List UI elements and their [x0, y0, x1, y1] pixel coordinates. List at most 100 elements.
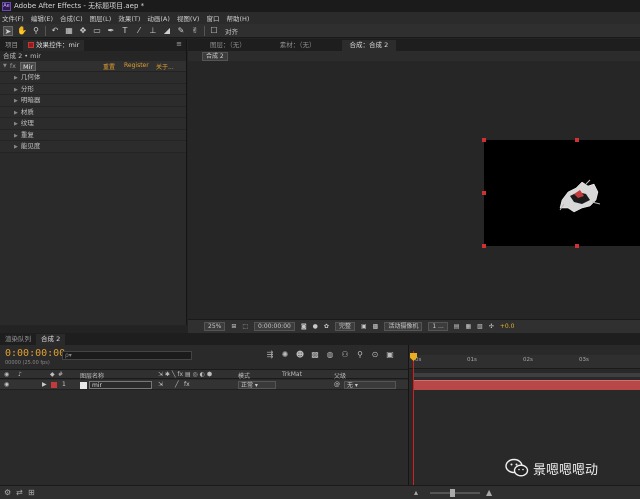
- rotate-tool-icon[interactable]: ↶: [50, 26, 60, 36]
- register-link[interactable]: Register: [124, 62, 149, 69]
- shy-icon[interactable]: ☻: [295, 350, 305, 360]
- snapshot-icon[interactable]: ◙: [301, 323, 307, 330]
- effect-name[interactable]: Mir: [20, 61, 37, 71]
- exposure-value[interactable]: +0.0: [500, 323, 515, 330]
- reset-link[interactable]: 重置: [103, 62, 115, 71]
- transform-handle[interactable]: [482, 191, 486, 195]
- tab-timeline-comp[interactable]: 合成 2: [36, 334, 66, 345]
- layer-duration-bar[interactable]: [413, 380, 640, 390]
- graph-icon[interactable]: ▣: [385, 350, 395, 360]
- shy-switch-icon[interactable]: ⇲: [158, 381, 163, 388]
- camera-dropdown[interactable]: 活动摄像机: [384, 322, 423, 331]
- expand-triangle-icon[interactable]: ▶: [14, 75, 18, 81]
- layer-label-color[interactable]: [51, 382, 57, 388]
- layer-name-column[interactable]: 图层名称: [80, 371, 104, 380]
- panel-menu-icon[interactable]: ≡: [176, 40, 182, 48]
- property-shader[interactable]: ▶ 明暗器: [0, 95, 186, 107]
- quality-switch-icon[interactable]: ╱: [175, 381, 179, 388]
- viewer-timecode[interactable]: 0:00:00:00: [254, 322, 295, 331]
- channel-icon[interactable]: ✿: [324, 323, 329, 330]
- parent-dropdown[interactable]: 无 ▾: [344, 381, 396, 389]
- resolution-dropdown[interactable]: 完整: [334, 322, 355, 331]
- about-link[interactable]: 关于...: [156, 62, 174, 71]
- menu-animation[interactable]: 动画(A): [147, 13, 170, 23]
- expand-triangle-icon[interactable]: ▶: [14, 87, 18, 93]
- menu-help[interactable]: 帮助(H): [226, 13, 249, 23]
- eraser-tool-icon[interactable]: ◢: [162, 26, 172, 36]
- tab-project[interactable]: 项目: [0, 40, 23, 51]
- auto-keyframe-icon[interactable]: ⊙: [370, 350, 380, 360]
- menu-view[interactable]: 视图(V): [177, 13, 200, 23]
- fx-toggle-icon[interactable]: fx: [10, 62, 16, 70]
- frame-blending-icon[interactable]: ▩: [310, 350, 320, 360]
- tab-effect-controls[interactable]: 效果控件：mir: [23, 40, 85, 51]
- flowchart-icon[interactable]: ✣: [489, 323, 494, 330]
- current-time-indicator[interactable]: [413, 351, 414, 485]
- zoom-tool-icon[interactable]: ⚲: [31, 26, 41, 36]
- brush-tool-icon[interactable]: ⁄: [134, 26, 144, 36]
- property-repeat[interactable]: ▶ 重复: [0, 129, 186, 141]
- timeline-search-input[interactable]: ρ▾: [62, 351, 192, 360]
- pan-behind-tool-icon[interactable]: ✥: [78, 26, 88, 36]
- toggle-switches-icon[interactable]: ⇄: [16, 488, 23, 497]
- work-area-bar[interactable]: [413, 373, 640, 377]
- comp-settings-icon[interactable]: ⚙: [4, 488, 11, 497]
- property-visibility[interactable]: ▶ 能见度: [0, 141, 186, 153]
- layer-name[interactable]: mir: [89, 381, 152, 389]
- expand-triangle-icon[interactable]: ▶: [14, 121, 18, 127]
- menu-edit[interactable]: 编辑(E): [31, 13, 53, 23]
- close-icon[interactable]: [28, 42, 34, 48]
- roto-brush-tool-icon[interactable]: ✎: [176, 26, 186, 36]
- property-material[interactable]: ▶ 材质: [0, 106, 186, 118]
- blend-mode-dropdown[interactable]: 正常 ▾: [238, 381, 276, 389]
- snap-checkbox-icon[interactable]: ☐: [209, 26, 219, 36]
- fast-preview-icon[interactable]: ▦: [465, 323, 471, 330]
- expand-triangle-icon[interactable]: ▶: [14, 133, 18, 139]
- show-snapshot-icon[interactable]: ●: [313, 323, 318, 330]
- transform-handle[interactable]: [575, 244, 579, 248]
- pen-tool-icon[interactable]: ✒: [106, 26, 116, 36]
- expand-triangle-icon[interactable]: ▶: [42, 381, 47, 388]
- expand-triangle-icon[interactable]: ▶: [14, 144, 18, 150]
- region-icon[interactable]: ⬚: [242, 323, 248, 330]
- motion-blur-icon[interactable]: ◍: [325, 350, 335, 360]
- collapse-triangle-icon[interactable]: ▼: [3, 63, 7, 69]
- menu-window[interactable]: 窗口: [206, 13, 219, 23]
- timeline-zoom-slider[interactable]: [430, 489, 480, 497]
- draft-3d-icon[interactable]: ✺: [280, 350, 290, 360]
- tab-render-queue[interactable]: 渲染队列: [0, 334, 36, 345]
- property-fractal[interactable]: ▶ 分形: [0, 83, 186, 95]
- layer-fx-switch[interactable]: fx: [184, 381, 190, 388]
- visibility-eye-icon[interactable]: ◉: [4, 381, 9, 388]
- views-dropdown[interactable]: 1 ...: [428, 322, 448, 331]
- layer-row[interactable]: ◉ ▶ 1 mir ⇲ ╱ fx 正常 ▾ @ 无 ▾: [0, 380, 408, 390]
- tab-footage-viewer[interactable]: 素材：（无）: [272, 40, 324, 51]
- menu-composition[interactable]: 合成(C): [60, 13, 83, 23]
- expand-triangle-icon[interactable]: ▶: [14, 98, 18, 104]
- comp-mini-flowchart-icon[interactable]: ⇶: [265, 350, 275, 360]
- timeline-timecode[interactable]: 0:00:00:00: [5, 348, 65, 359]
- transform-handle[interactable]: [482, 244, 486, 248]
- property-texture[interactable]: ▶ 纹理: [0, 118, 186, 130]
- expand-panes-icon[interactable]: ⊞: [28, 488, 35, 497]
- transparency-grid-icon[interactable]: ▩: [373, 323, 379, 330]
- property-geometry[interactable]: ▶ 几何体: [0, 72, 186, 84]
- composition-chip[interactable]: 合成 2: [202, 51, 228, 61]
- transform-handle[interactable]: [575, 138, 579, 142]
- menu-file[interactable]: 文件(F): [2, 13, 24, 23]
- expand-triangle-icon[interactable]: ▶: [14, 110, 18, 116]
- graph-editor-icon[interactable]: ⚇: [340, 350, 350, 360]
- puppet-tool-icon[interactable]: ✌: [190, 26, 200, 36]
- tab-composition-viewer[interactable]: 合成：合成 2: [341, 40, 397, 51]
- mode-column[interactable]: 模式: [238, 371, 250, 380]
- parent-column[interactable]: 父级: [334, 371, 346, 380]
- menu-layer[interactable]: 图层(L): [90, 13, 112, 23]
- clone-stamp-tool-icon[interactable]: ⊥: [148, 26, 158, 36]
- zoom-in-icon[interactable]: ▲: [486, 488, 492, 497]
- trkmat-column[interactable]: TrkMat: [282, 371, 302, 378]
- safe-margins-icon[interactable]: ⊞: [231, 323, 236, 330]
- brainstorm-icon[interactable]: ⚲: [355, 350, 365, 360]
- zoom-slider-knob[interactable]: [450, 489, 455, 497]
- pixel-aspect-icon[interactable]: ▤: [454, 323, 460, 330]
- hand-tool-icon[interactable]: ✋: [17, 26, 27, 36]
